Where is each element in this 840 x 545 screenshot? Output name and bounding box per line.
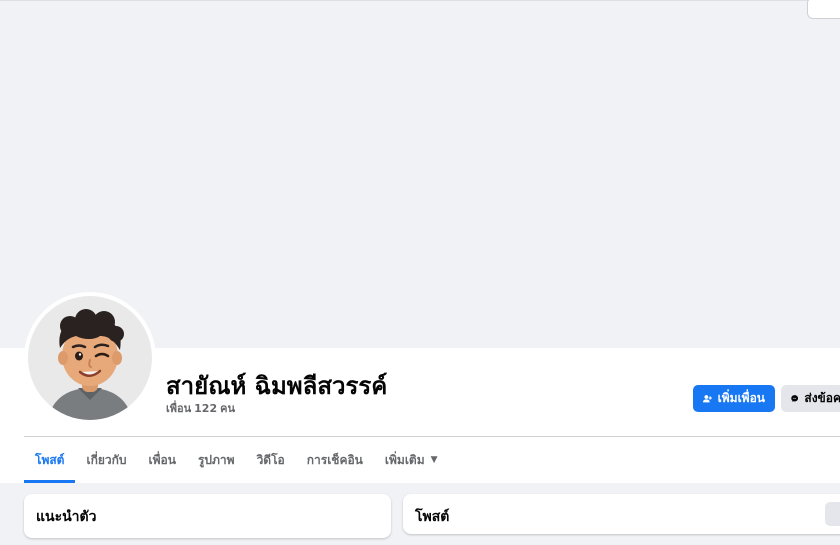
edit-cover-button[interactable] xyxy=(807,0,840,19)
cover-photo[interactable] xyxy=(0,0,840,348)
tab-more[interactable]: เพิ่มเติม ▼ xyxy=(374,437,449,483)
friend-count[interactable]: เพื่อน 122 คน xyxy=(166,399,238,417)
add-friend-icon xyxy=(703,394,712,402)
profile-page: สายัณห์ ฉิมพลีสวรรค์ เพื่อน 122 คน เพิ่มเพ… xyxy=(0,0,840,545)
intro-card-title: แนะนำตัว xyxy=(36,509,97,525)
friends-label: เพื่อน xyxy=(166,402,192,415)
friends-unit: คน xyxy=(220,402,235,415)
message-button[interactable]: ส่งข้อค xyxy=(781,385,840,412)
tab-friends-label: เพื่อน xyxy=(148,452,176,467)
posts-card-title: โพสต์ xyxy=(415,509,450,525)
friends-count-value: 122 xyxy=(194,402,218,415)
messenger-icon xyxy=(791,395,799,402)
tab-photos[interactable]: รูปภาพ xyxy=(187,437,246,483)
profile-avatar[interactable] xyxy=(24,292,156,424)
tab-checkins[interactable]: การเช็คอิน xyxy=(296,437,374,483)
profile-tabs: โพสต์ เกี่ยวกับ เพื่อน รูปภาพ วิดีโอ การ… xyxy=(24,437,449,483)
tab-more-label: เพิ่มเติม xyxy=(384,452,425,467)
tab-videos-label: วิดีโอ xyxy=(256,452,285,467)
avatar-image xyxy=(28,296,152,420)
tab-about-label: เกี่ยวกับ xyxy=(86,452,127,467)
tab-about[interactable]: เกี่ยวกับ xyxy=(75,437,137,483)
tab-posts[interactable]: โพสต์ xyxy=(24,437,76,483)
intro-card: แนะนำตัว xyxy=(24,494,391,538)
tab-friends[interactable]: เพื่อน xyxy=(138,437,187,483)
tab-photos-label: รูปภาพ xyxy=(197,452,235,467)
caret-down-icon: ▼ xyxy=(430,455,438,465)
tab-posts-label: โพสต์ xyxy=(35,452,65,467)
add-friend-label: เพิ่มเพื่อน xyxy=(717,391,765,405)
tab-checkins-label: การเช็คอิน xyxy=(306,452,363,467)
memoji-avatar-icon xyxy=(48,309,132,420)
filter-button[interactable] xyxy=(825,502,840,526)
add-friend-button[interactable]: เพิ่มเพื่อน xyxy=(693,385,775,412)
posts-card: โพสต์ xyxy=(403,494,840,534)
tab-videos[interactable]: วิดีโอ xyxy=(246,437,296,483)
message-label: ส่งข้อค xyxy=(804,391,840,405)
